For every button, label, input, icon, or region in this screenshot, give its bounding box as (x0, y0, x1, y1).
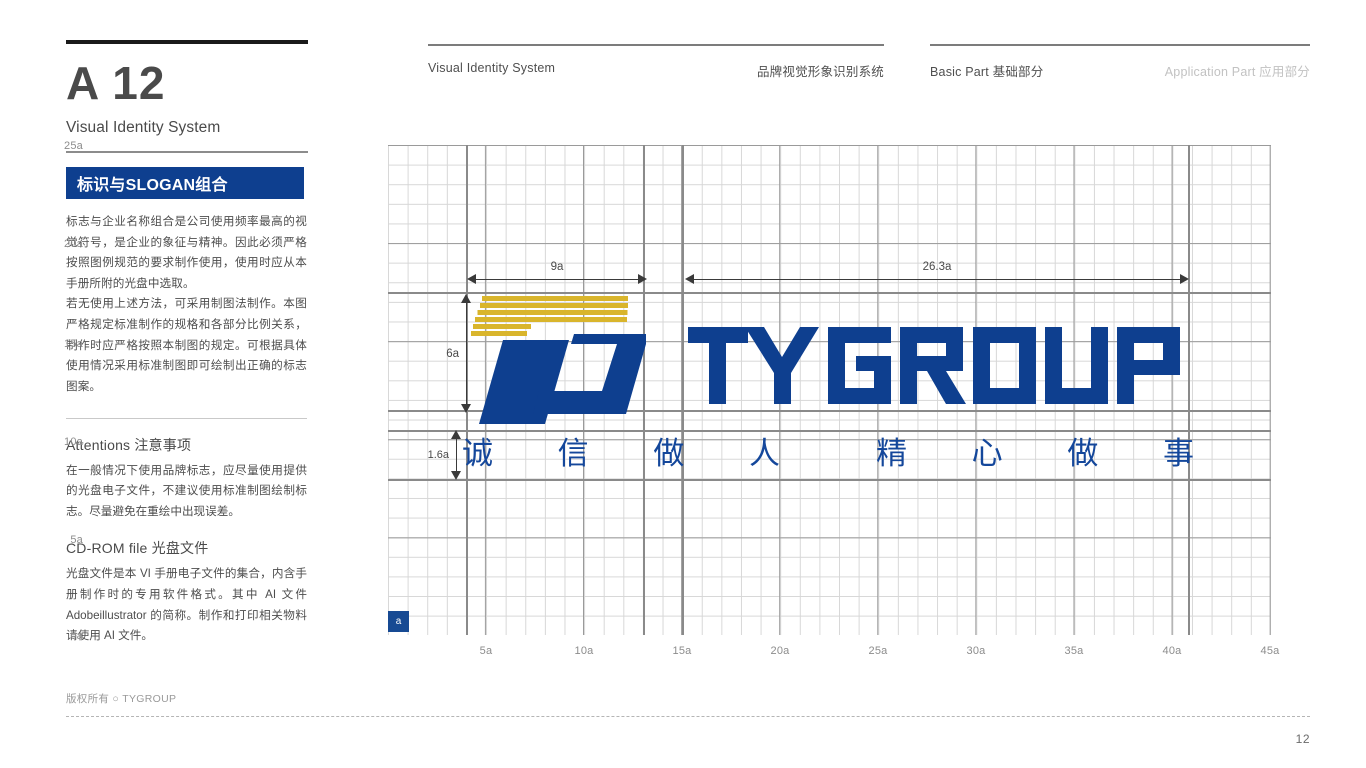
slogan-char-2: 信 (557, 435, 589, 472)
section-title-band: 标识与SLOGAN组合 (66, 166, 304, 199)
arrow-right-icon (638, 273, 647, 284)
y-tick-10a: 10a (64, 436, 83, 448)
guide-hline-slogan-bottom (388, 479, 1271, 481)
arrow-down-icon (460, 404, 471, 413)
guide-vline-word-right (1188, 145, 1190, 635)
slogan-char-1: 诚 (462, 435, 493, 472)
slogan-char-8: 事 (1162, 435, 1194, 472)
y-tick-0a: 0a (70, 630, 83, 642)
dimension-shaft (465, 299, 467, 408)
x-tick-25a: 25a (868, 645, 888, 657)
x-tick-30a: 30a (966, 645, 986, 657)
page-code: A 12 (66, 57, 166, 109)
nav-group-parts: Basic Part 基础部分 Application Part 应用部分 (930, 44, 1310, 80)
dimension-shaft (472, 278, 642, 280)
dimension-9a-label: 9a (550, 261, 564, 273)
x-tick-35a: 35a (1064, 645, 1084, 657)
nav-tab-basic-part[interactable]: Basic Part 基础部分 (930, 61, 1043, 80)
slogan-row: 诚 信 做 人 精 心 做 事 (462, 432, 1194, 476)
nav-label-visual-identity-system: Visual Identity System (428, 61, 556, 75)
y-tick-15a: 15a (64, 338, 83, 350)
dimension-shaft (455, 435, 457, 475)
x-tick-10a: 10a (574, 645, 594, 657)
guide-vline-word-left (682, 145, 684, 635)
x-tick-5a: 5a (479, 645, 493, 657)
slogan-char-6: 心 (971, 435, 1003, 472)
nav-tab-application-part[interactable]: Application Part 应用部分 (1165, 61, 1310, 80)
cdrom-body: 光盘文件是本 VI 手册电子文件的集合，内含手册制作时的专用软件格式。其中 AI… (66, 567, 307, 643)
body-paragraph-2: 若无使用上述方法，可采用制图法制作。本图严格规定标准制作的规格和各部分比例关系，… (66, 297, 307, 393)
nav-label-brand-system-cn: 品牌视觉形象识别系统 (756, 65, 884, 79)
dimension-26-3a-label: 26.3a (922, 261, 952, 273)
dimension-1-6a: 1.6a (428, 430, 462, 480)
slogan-left-group: 诚 信 做 人 (462, 435, 780, 472)
footer-copyright: 版权所有 ○ TYGROUP (66, 693, 177, 705)
body-paragraph-1: 标志与企业名称组合是公司使用频率最高的视觉符号，是企业的象征与精神。因此必须严格… (66, 214, 307, 290)
attentions-body: 在一般情况下使用品牌标志，应尽量使用提供的光盘电子文件，不建议使用标准制图绘制标… (66, 463, 307, 518)
footer-divider (66, 716, 1310, 717)
attentions-heading: Attentions 注意事项 (66, 436, 192, 453)
dimension-9a: 9a (467, 261, 647, 285)
nav-group-identity: Visual Identity System 品牌视觉形象识别系统 (428, 44, 884, 80)
wordmark-tygroup-icon (688, 327, 1180, 404)
wordmark-tygroup (688, 327, 1186, 404)
guide-hline-mark-top (388, 292, 1271, 294)
cdrom-heading: CD-ROM file 光盘文件 (66, 540, 209, 557)
x-tick-20a: 20a (770, 645, 790, 657)
y-tick-25a: 25a (64, 140, 83, 152)
x-tick-40a: 40a (1162, 645, 1182, 657)
dimension-26-3a: 26.3a (685, 261, 1189, 285)
dimension-6a-label: 6a (446, 347, 459, 360)
top-rule (66, 40, 308, 44)
y-tick-5a: 5a (70, 534, 83, 546)
logo-mark-icon (471, 296, 646, 424)
slogan-char-4: 人 (748, 435, 780, 472)
logo-gold-stripes (471, 296, 628, 336)
vi-manual-page: A 12 Visual Identity System 标识与SLOGAN组合 … (0, 0, 1366, 768)
subtitle-rule (66, 150, 308, 153)
y-tick-20a: 20a (64, 238, 83, 250)
x-tick-15a: 15a (672, 645, 692, 657)
x-tick-45a: 45a (1260, 645, 1280, 657)
page-number: 12 (1295, 732, 1310, 746)
dimension-shaft (690, 278, 1184, 280)
slogan-char-3: 做 (653, 435, 685, 472)
arrow-right-icon (1180, 273, 1189, 284)
dimension-1-6a-label: 1.6a (427, 449, 449, 461)
left-column: A 12 Visual Identity System 标识与SLOGAN组合 … (66, 40, 308, 647)
arrow-down-icon (450, 471, 461, 480)
logo-mark (471, 296, 646, 424)
section-divider (66, 417, 307, 419)
slogan-char-5: 精 (876, 435, 907, 472)
slogan-char-7: 做 (1067, 435, 1099, 472)
page-subtitle: Visual Identity System (66, 118, 221, 136)
slogan-right-group: 精 心 做 事 (876, 435, 1194, 472)
unit-square-a: a (388, 611, 409, 632)
